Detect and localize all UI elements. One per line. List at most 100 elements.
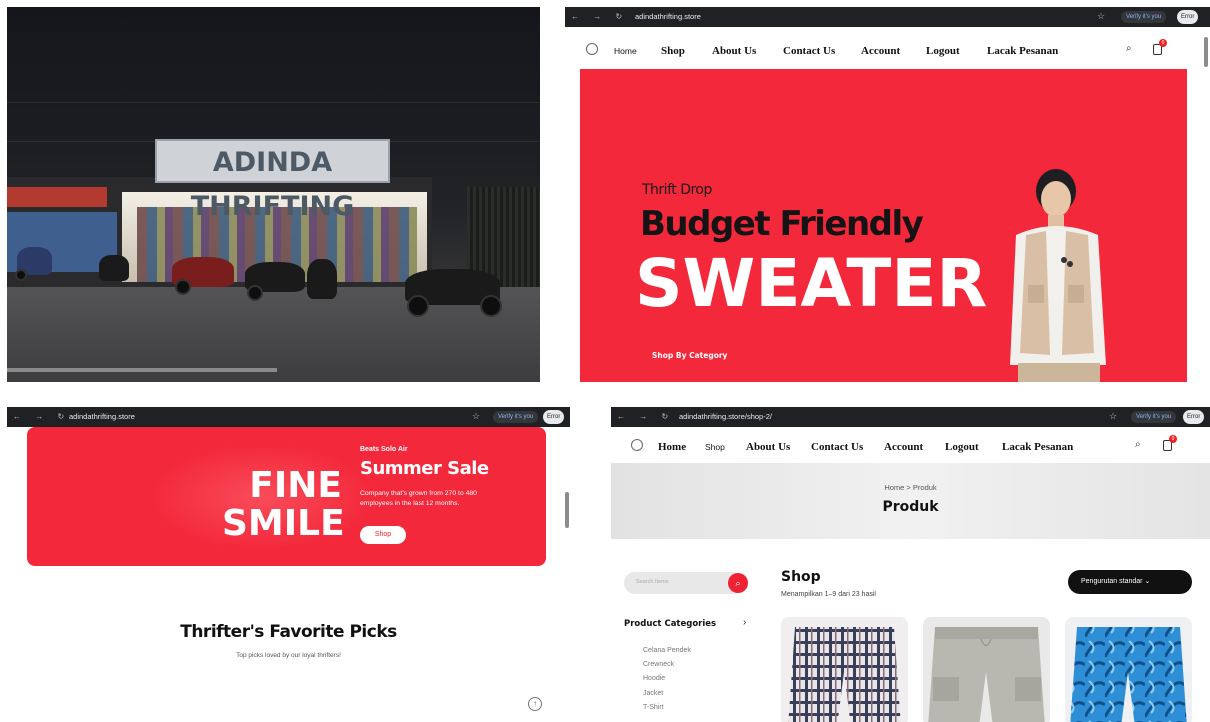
wheel (175, 279, 191, 295)
nav-about[interactable]: About Us (712, 45, 756, 57)
product-card-plaid-shorts[interactable] (781, 617, 908, 722)
hero-browser-window: ← → ↻ adindathrifting.store ☆ Verify it'… (565, 7, 1210, 382)
sale-browser-window: ← → ↻ adindathrifting.store ☆ Verify it'… (7, 407, 570, 722)
bookmark-star-icon[interactable]: ☆ (1097, 11, 1105, 22)
breadcrumb-home[interactable]: Home (884, 483, 904, 492)
browser-toolbar: ← → ↻ adindathrifting.store/shop-2/ ☆ Ve… (611, 407, 1210, 427)
nav-shop[interactable]: Shop (661, 45, 685, 57)
hero-banner: Thrift Drop Budget Friendly SWEATER Shop… (580, 69, 1187, 382)
error-chip[interactable]: Error (543, 410, 565, 424)
category-item[interactable]: Jacket (643, 690, 663, 697)
side-banner (7, 187, 107, 207)
browser-nav-icons[interactable]: ← → ↻ (617, 412, 674, 421)
breadcrumb-current: Produk (912, 483, 937, 492)
scrollbar[interactable] (1204, 37, 1208, 67)
model-photo (1010, 169, 1106, 382)
fine-word: FINE (249, 465, 342, 506)
nav-home[interactable]: Home (658, 441, 686, 453)
favorites-subtitle: Top picks loved by our loyal thrifters! (236, 652, 341, 659)
verify-chip[interactable]: Verify it's you (493, 411, 539, 423)
address-bar[interactable]: adindathrifting.store (69, 412, 135, 421)
motorcycle (99, 255, 129, 281)
category-item[interactable]: Celana Pendek (643, 647, 691, 654)
sale-brand: Beats Solo Air (360, 446, 408, 453)
bookmark-star-icon[interactable]: ☆ (1109, 411, 1117, 422)
site-navbar: Home Shop About Us Contact Us Account Lo… (565, 31, 1210, 71)
cart-icon[interactable]: 0 (1163, 435, 1177, 451)
hero-headline: Budget Friendly (640, 204, 924, 244)
product-card-blue-floral-shorts[interactable] (1065, 617, 1192, 722)
category-item[interactable]: Crewneck (643, 661, 674, 668)
nav-contact[interactable]: Contact Us (783, 45, 835, 57)
wheel (247, 285, 263, 301)
sort-dropdown[interactable]: Pengurutan standar ⌄ (1068, 570, 1192, 594)
shop-browser-window: ← → ↻ adindathrifting.store/shop-2/ ☆ Ve… (611, 407, 1210, 722)
page-title: Produk (882, 499, 939, 515)
favorites-heading: Thrifter's Favorite Picks (180, 622, 397, 642)
category-item[interactable]: T-Shirt (643, 704, 664, 711)
search-icon[interactable]: ⌕ (1126, 43, 1132, 54)
browser-nav-icons[interactable]: ← → ↻ (571, 12, 628, 21)
breadcrumb: Home > Produk (611, 483, 1210, 492)
sale-title: Summer Sale (360, 458, 489, 479)
smile-word: SMILE (222, 503, 345, 544)
address-bar[interactable]: adindathrifting.store (635, 12, 701, 21)
motorcycle (307, 259, 337, 299)
power-lines (7, 102, 540, 142)
road-marking (7, 368, 277, 372)
shop-heading: Shop (781, 569, 821, 585)
nav-account[interactable]: Account (861, 45, 900, 57)
sale-shop-button[interactable]: Shop (360, 526, 406, 544)
nav-track-order[interactable]: Lacak Pesanan (987, 45, 1058, 57)
sale-description: Company that's grown from 270 to 480 emp… (360, 490, 477, 507)
error-chip[interactable]: Error (1177, 10, 1199, 24)
hero-big-word: SWEATER (635, 245, 988, 322)
nav-logout[interactable]: Logout (945, 441, 979, 453)
grey-shorts-image (928, 627, 1045, 722)
breadcrumb-separator: > (906, 483, 911, 492)
wheel (480, 295, 502, 317)
product-card-grey-cargo-shorts[interactable] (923, 617, 1050, 722)
scroll-top-icon[interactable]: ↑ (528, 697, 542, 711)
cart-badge: 0 (1159, 39, 1167, 47)
chevron-right-icon[interactable]: › (743, 617, 746, 628)
categories-heading: Product Categories (624, 619, 717, 629)
search-icon[interactable]: ⌕ (1135, 439, 1141, 450)
address-bar[interactable]: adindathrifting.store/shop-2/ (679, 412, 772, 421)
site-logo-icon[interactable] (586, 43, 598, 55)
search-submit-icon[interactable]: ⌕ (728, 573, 748, 593)
sort-label: Pengurutan standar (1081, 578, 1143, 585)
summer-sale-banner: FINE SMILE Beats Solo Air Summer Sale Co… (27, 427, 546, 566)
site-logo-icon[interactable] (631, 439, 643, 451)
store-signboard: ADINDA THRIFTING (155, 139, 390, 222)
nav-track-order[interactable]: Lacak Pesanan (1002, 441, 1073, 453)
search-input[interactable]: Search Items ⌕ (624, 572, 748, 594)
wheel (407, 295, 429, 317)
storefront-photo: ADINDA THRIFTING (7, 7, 540, 382)
hero-kicker: Thrift Drop (642, 182, 712, 198)
search-placeholder: Search Items (636, 579, 669, 585)
shop-by-category-link[interactable]: Shop By Category (652, 351, 727, 360)
browser-nav-icons[interactable]: ← → ↻ (13, 412, 70, 421)
nav-shop[interactable]: Shop (705, 442, 725, 452)
bookmark-star-icon[interactable]: ☆ (472, 411, 480, 422)
cart-icon[interactable]: 0 (1153, 39, 1167, 55)
nav-home[interactable]: Home (614, 46, 637, 56)
verify-chip[interactable]: Verify it's you (1121, 11, 1167, 23)
error-chip[interactable]: Error (1183, 410, 1205, 424)
nav-contact[interactable]: Contact Us (811, 441, 863, 453)
fine-smile-text: FINE SMILE (222, 465, 345, 544)
nav-account[interactable]: Account (884, 441, 923, 453)
nav-logout[interactable]: Logout (926, 45, 960, 57)
page-header: Home > Produk Produk (611, 463, 1210, 539)
plaid-shorts-image (788, 627, 901, 722)
scrollbar[interactable] (565, 492, 569, 528)
browser-toolbar: ← → ↻ adindathrifting.store ☆ Verify it'… (7, 407, 570, 427)
category-item[interactable]: Hoodie (643, 675, 665, 682)
verify-chip[interactable]: Verify it's you (1131, 411, 1177, 423)
blue-shorts-image (1070, 627, 1187, 722)
nav-about[interactable]: About Us (746, 441, 790, 453)
cart-badge: 0 (1169, 435, 1177, 443)
result-count: Menampilkan 1–9 dari 23 hasil (781, 591, 876, 598)
site-navbar: Home Shop About Us Contact Us Account Lo… (611, 431, 1210, 461)
